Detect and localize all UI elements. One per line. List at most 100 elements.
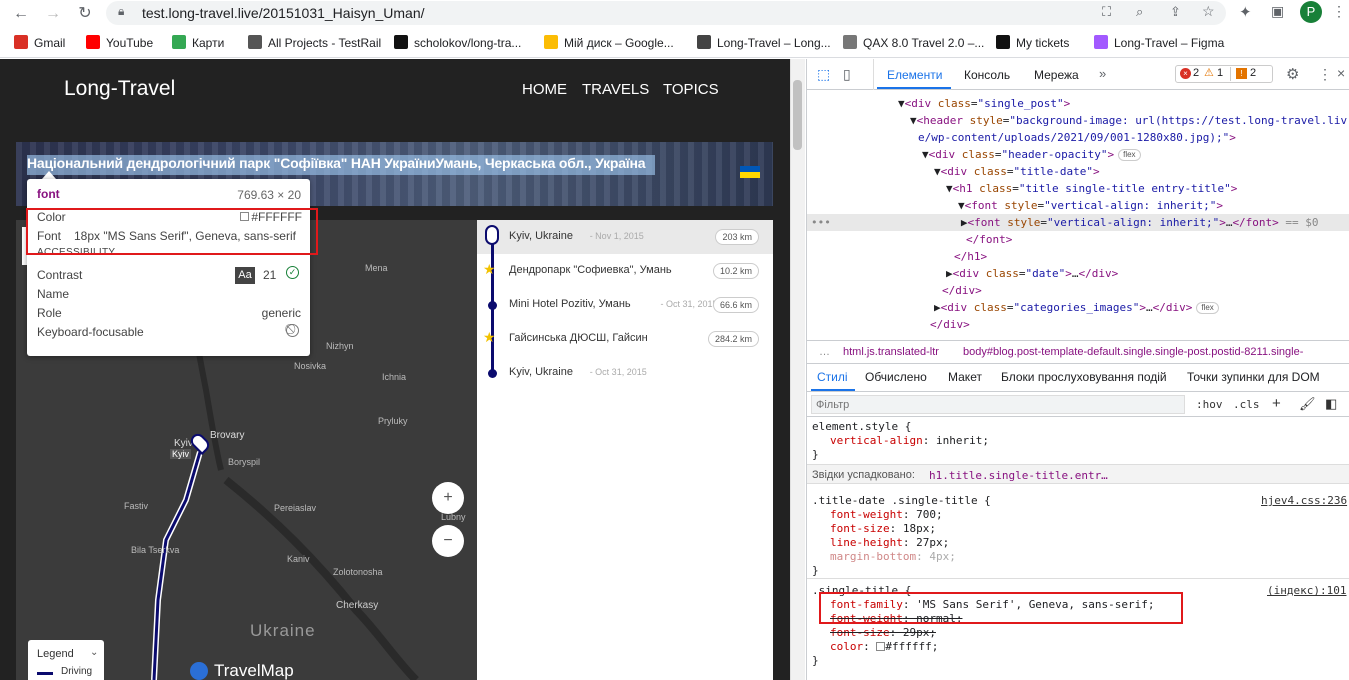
map-label: Cherkasy — [336, 600, 379, 611]
bookmark-favicon-icon — [172, 35, 186, 49]
itinerary-item[interactable]: Kyiv, Ukraine - Nov 1, 2015 203 km — [477, 220, 773, 254]
dom-node[interactable]: ▼<h1 class="title single-title entry-tit… — [946, 180, 1237, 197]
map-label: Kaniv — [287, 554, 310, 564]
paint-icon[interactable]: 🖌︎ — [1299, 396, 1316, 412]
css-declaration[interactable]: color: #ffffff; — [830, 638, 938, 655]
css-declaration[interactable]: margin-bottom: 4px; — [830, 548, 956, 565]
device-toolbar-icon[interactable]: ▯ — [843, 66, 851, 83]
cls-toggle[interactable]: .cls — [1233, 398, 1260, 411]
dom-node[interactable]: ▶<div class="categories_images">…</div> f… — [934, 299, 1219, 316]
issues-counter[interactable]: × 2 ⚠ 1 ! 2 — [1175, 65, 1273, 83]
site-logo[interactable]: Long-Travel — [64, 77, 175, 101]
bookmark-item[interactable]: Long-Travel – Long... — [697, 34, 831, 52]
scrollbar-thumb[interactable] — [793, 80, 802, 150]
new-rule-icon[interactable]: + — [1272, 395, 1281, 412]
dom-node[interactable]: </div> — [930, 316, 970, 333]
legend-item: Driving — [61, 666, 93, 677]
more-tabs-icon[interactable]: » — [1099, 66, 1106, 81]
bookmark-item[interactable]: Long-Travel – Figma — [1094, 34, 1224, 52]
side-panel-icon[interactable]: ▣ — [1271, 3, 1284, 20]
settings-gear-icon[interactable]: ⚙ — [1286, 65, 1299, 83]
bookmark-item[interactable]: My tickets — [996, 34, 1069, 52]
toggle-sidebar-icon[interactable]: ◧ — [1325, 396, 1337, 412]
source-link[interactable]: (індекс):101 — [1267, 582, 1346, 599]
tab-elements[interactable]: Елементи — [887, 68, 942, 82]
chevron-down-icon: ⌄ — [90, 647, 99, 658]
flex-badge[interactable]: flex — [1118, 149, 1141, 161]
bookmark-favicon-icon — [86, 35, 100, 49]
hov-toggle[interactable]: :hov — [1196, 398, 1223, 411]
tooltip-tag: font — [37, 187, 60, 201]
tab-dom-breakpoints[interactable]: Точки зупинки для DOM — [1187, 362, 1320, 392]
menu-icon[interactable]: ⋮ — [1332, 3, 1346, 20]
dom-selected-marker: == $0 — [1285, 216, 1319, 229]
source-link[interactable]: hjev4.css:236 — [1261, 492, 1347, 509]
styles-filter-input[interactable] — [811, 395, 1185, 414]
dom-node[interactable]: </div> — [942, 282, 982, 299]
dom-node[interactable]: </h1> — [954, 248, 987, 265]
devtools-menu-icon[interactable]: ⋮ — [1318, 66, 1332, 83]
bookmark-item[interactable]: YouTube — [86, 34, 153, 52]
tab-console[interactable]: Консоль — [964, 68, 1010, 82]
distance-badge: 66.6 km — [712, 297, 759, 313]
tab-network[interactable]: Мережа — [1034, 68, 1079, 82]
bookmark-item[interactable]: Карти — [172, 34, 224, 52]
back-icon[interactable]: ← — [10, 3, 32, 25]
tab-event-listeners[interactable]: Блоки прослуховування подій — [1001, 362, 1167, 392]
star-icon: ★ — [483, 261, 496, 277]
itinerary-item[interactable]: Kyiv, Ukraine - Oct 31, 2015 — [477, 356, 773, 390]
nav-home[interactable]: HOME — [522, 81, 567, 98]
dom-node[interactable]: ▼<div class="header-opacity"> flex — [922, 146, 1141, 163]
nav-topics[interactable]: TOPICS — [663, 81, 719, 98]
bookmark-item[interactable]: Gmail — [14, 34, 65, 52]
close-icon[interactable]: × — [1337, 65, 1345, 81]
tab-styles[interactable]: Стилі — [817, 362, 848, 392]
dom-node[interactable]: e/wp-content/uploads/2021/09/001-1280x80… — [918, 129, 1236, 146]
dom-node[interactable]: ▶<div class="date">…</div> — [946, 265, 1118, 282]
itinerary-place: Mini Hotel Pozitiv, Умань — [509, 298, 631, 310]
inherited-selector[interactable]: h1.title.single-title.entr… — [929, 469, 1108, 482]
zoom-in-button[interactable]: + — [432, 482, 464, 514]
tooltip-row-label: Name — [37, 287, 70, 301]
bookmark-item[interactable]: All Projects - TestRail — [248, 34, 381, 52]
profile-avatar[interactable]: P — [1300, 1, 1322, 23]
inspect-element-icon[interactable]: ⬚ — [817, 66, 830, 83]
zoom-out-button[interactable]: − — [432, 525, 464, 557]
bookmark-star-icon[interactable]: ☆ — [1202, 3, 1215, 20]
itinerary-item[interactable]: Mini Hotel Pozitiv, Умань - Oct 31, 2015 6… — [477, 288, 773, 322]
zoom-icon[interactable]: ⌕ — [1136, 4, 1143, 20]
itinerary-item[interactable]: ★ Дендропарк "Софиевка", Умань 10.2 km — [477, 254, 773, 288]
nav-travels[interactable]: TRAVELS — [582, 81, 649, 98]
styles-pane[interactable]: element.style { vertical-align: inherit;… — [807, 418, 1349, 680]
dom-node[interactable]: ▼<font style="vertical-align: inherit;"> — [958, 197, 1223, 214]
tab-layout[interactable]: Макет — [948, 362, 982, 392]
dom-node[interactable]: ▼<div class="single_post"> — [898, 95, 1070, 112]
bookmark-label: QAX 8.0 Travel 2.0 –... — [863, 36, 985, 50]
share-icon[interactable]: ⇪ — [1170, 4, 1181, 20]
distance-badge: 10.2 km — [712, 263, 759, 279]
breadcrumb-item[interactable]: html.js.translated-ltr — [843, 346, 939, 358]
forward-icon[interactable]: → — [42, 3, 64, 25]
itinerary-panel: Kyiv, Ukraine - Nov 1, 2015 203 km ★ Дендроп… — [477, 220, 773, 680]
dom-node[interactable]: </font> — [966, 231, 1012, 248]
bookmark-item[interactable]: scholokov/long-tra... — [394, 34, 521, 52]
map-legend[interactable]: Legend ⌄ Driving — [28, 640, 104, 680]
address-bar[interactable]: 🔒︎ test.long-travel.live/20151031_Haisyn… — [106, 1, 1226, 25]
breadcrumb-item[interactable]: body#blog.post-template-default.single.s… — [963, 346, 1303, 358]
itinerary-item[interactable]: ★ Гайсинська ДЮСШ, Гайсин 284.2 km — [477, 322, 773, 356]
extensions-icon[interactable]: ✦ — [1239, 3, 1252, 21]
dom-node-selected[interactable]: ••• ▶<font style="vertical-align: inherit… — [807, 214, 1349, 231]
flex-badge[interactable]: flex — [1196, 302, 1219, 314]
dom-node[interactable]: ▼<header style="background-image: url(ht… — [910, 112, 1347, 129]
dom-node[interactable]: ▼<div class="title-date"> — [934, 163, 1100, 180]
reload-icon[interactable]: ↻ — [74, 3, 96, 25]
travelmap-logo-icon — [190, 662, 208, 680]
page-scrollbar[interactable] — [790, 59, 805, 680]
breadcrumb: … html.js.translated-ltr body#blog.post-… — [807, 340, 1349, 364]
bookmark-item[interactable]: QAX 8.0 Travel 2.0 –... — [843, 34, 984, 52]
css-declaration[interactable]: vertical-align: inherit; — [830, 432, 989, 449]
tab-computed[interactable]: Обчислено — [865, 362, 927, 392]
dom-tree[interactable]: ▼<div class="single_post"> ▼<header styl… — [807, 95, 1349, 339]
bookmark-item[interactable]: Мій диск – Google... — [544, 34, 674, 52]
translate-icon[interactable]: ⛶ — [1102, 4, 1111, 20]
